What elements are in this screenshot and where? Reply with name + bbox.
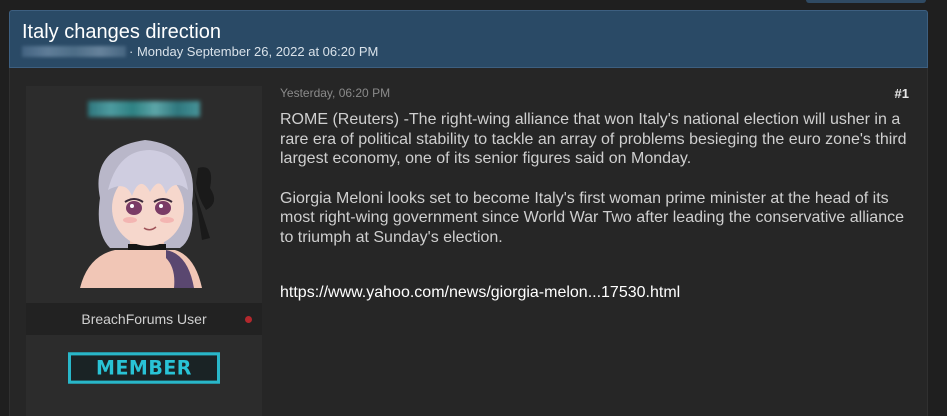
thread-meta: · Monday September 26, 2022 at 06:20 PM — [22, 44, 378, 59]
offline-status-icon — [245, 316, 252, 323]
avatar[interactable] — [70, 128, 220, 288]
user-title-row: BreachForums User — [26, 303, 262, 335]
post-paragraph: Giorgia Meloni looks set to become Italy… — [280, 189, 904, 246]
anime-avatar-icon — [80, 140, 215, 288]
thread-date: · Monday September 26, 2022 at 06:20 PM — [129, 44, 379, 59]
post-number[interactable]: #1 — [895, 86, 909, 101]
post-paragraph: ROME (Reuters) -The right-wing alliance … — [280, 111, 907, 167]
username-redacted[interactable] — [88, 101, 200, 117]
top-button-fragment[interactable] — [806, 0, 926, 3]
user-title: BreachForums User — [81, 311, 207, 327]
author-panel: BreachForums User MEMBER — [26, 86, 262, 416]
rank-badge: MEMBER — [68, 352, 220, 384]
forum-page: Italy changes direction · Monday Septemb… — [0, 0, 947, 416]
thread-title: Italy changes direction — [22, 21, 222, 43]
post-date[interactable]: Yesterday, 06:20 PM — [280, 86, 390, 100]
article-link[interactable]: https://www.yahoo.com/news/giorgia-melon… — [280, 284, 680, 302]
post-body: ROME (Reuters) -The right-wing alliance … — [280, 110, 910, 267]
thread-header: Italy changes direction · Monday Septemb… — [9, 10, 928, 68]
post: BreachForums User MEMBER Yesterday, 06:2… — [9, 68, 928, 416]
author-name-redacted[interactable] — [22, 46, 126, 57]
